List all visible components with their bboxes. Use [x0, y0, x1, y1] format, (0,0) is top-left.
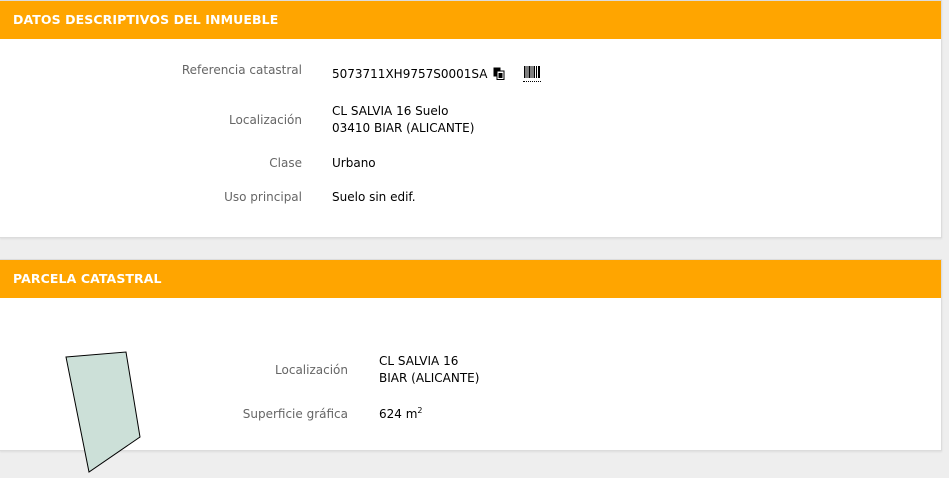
uso-principal-label: Uso principal [224, 190, 302, 204]
referencia-catastral-value: 5073711XH9757S0001SA [332, 67, 488, 81]
localizacion-value: CL SALVIA 16 Suelo 03410 BIAR (ALICANTE) [332, 103, 474, 137]
parcel-map-image[interactable] [60, 348, 150, 478]
parcela-localizacion-label: Localización [275, 363, 348, 377]
parcela-catastral-header: PARCELA CATASTRAL [0, 260, 941, 298]
parcel-shape [65, 351, 141, 473]
parcela-localizacion-line1: CL SALVIA 16 [379, 354, 459, 368]
parcela-localizacion-line2: BIAR (ALICANTE) [379, 371, 480, 385]
datos-descriptivos-panel: DATOS DESCRIPTIVOS DEL INMUEBLE Referenc… [0, 0, 942, 238]
superficie-unit-exponent: 2 [417, 406, 423, 415]
parcela-catastral-panel: PARCELA CATASTRAL Localización CL SALVIA… [0, 259, 942, 473]
localizacion-label: Localización [229, 113, 302, 127]
copy-icon[interactable] [493, 67, 505, 80]
datos-descriptivos-header: DATOS DESCRIPTIVOS DEL INMUEBLE [0, 1, 941, 39]
parcela-localizacion-value: CL SALVIA 16 BIAR (ALICANTE) [379, 353, 479, 387]
uso-principal-value: Suelo sin edif. [332, 190, 416, 204]
referencia-catastral-label: Referencia catastral [181, 63, 302, 77]
superficie-grafica-label: Superficie gráfica [242, 407, 348, 421]
clase-value: Urbano [332, 156, 376, 170]
localizacion-line2: 03410 BIAR (ALICANTE) [332, 121, 475, 135]
barcode-icon[interactable] [523, 65, 541, 82]
superficie-grafica-value: 624 m2 [379, 406, 423, 423]
localizacion-line1: CL SALVIA 16 Suelo [332, 104, 449, 118]
clase-label: Clase [269, 156, 302, 170]
superficie-number: 624 m [379, 407, 418, 421]
